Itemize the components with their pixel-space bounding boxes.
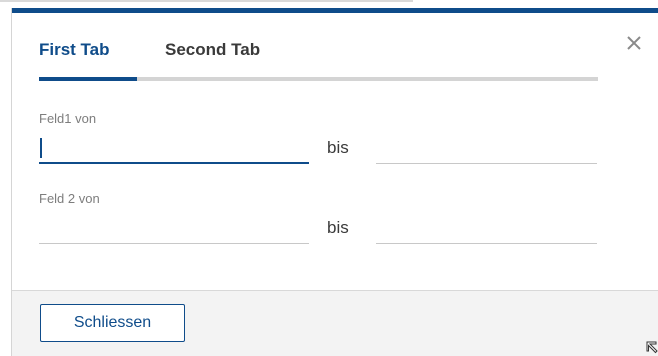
field2-label: Feld 2 von [39,191,100,206]
field1-separator: bis [327,138,349,157]
field2-to-input[interactable] [376,216,597,244]
field1-from-input[interactable] [39,136,309,164]
close-button[interactable]: Schliessen [40,304,185,342]
close-icon[interactable] [621,30,647,56]
dialog: First Tab Second Tab Feld1 von bis Feld … [11,8,658,356]
background-top-line [0,0,413,2]
text-cursor [40,138,42,158]
active-tab-indicator [39,77,137,81]
field1-to-input[interactable] [376,136,597,164]
dialog-accent-bar [12,8,658,13]
resize-grip-icon[interactable] [645,340,658,354]
field2-separator: bis [327,218,349,237]
tab-bar: First Tab Second Tab [39,40,598,88]
field2-from-input[interactable] [39,216,309,244]
tab-first[interactable]: First Tab [39,40,110,80]
tab-second[interactable]: Second Tab [165,40,260,80]
field1-label: Feld1 von [39,111,97,126]
